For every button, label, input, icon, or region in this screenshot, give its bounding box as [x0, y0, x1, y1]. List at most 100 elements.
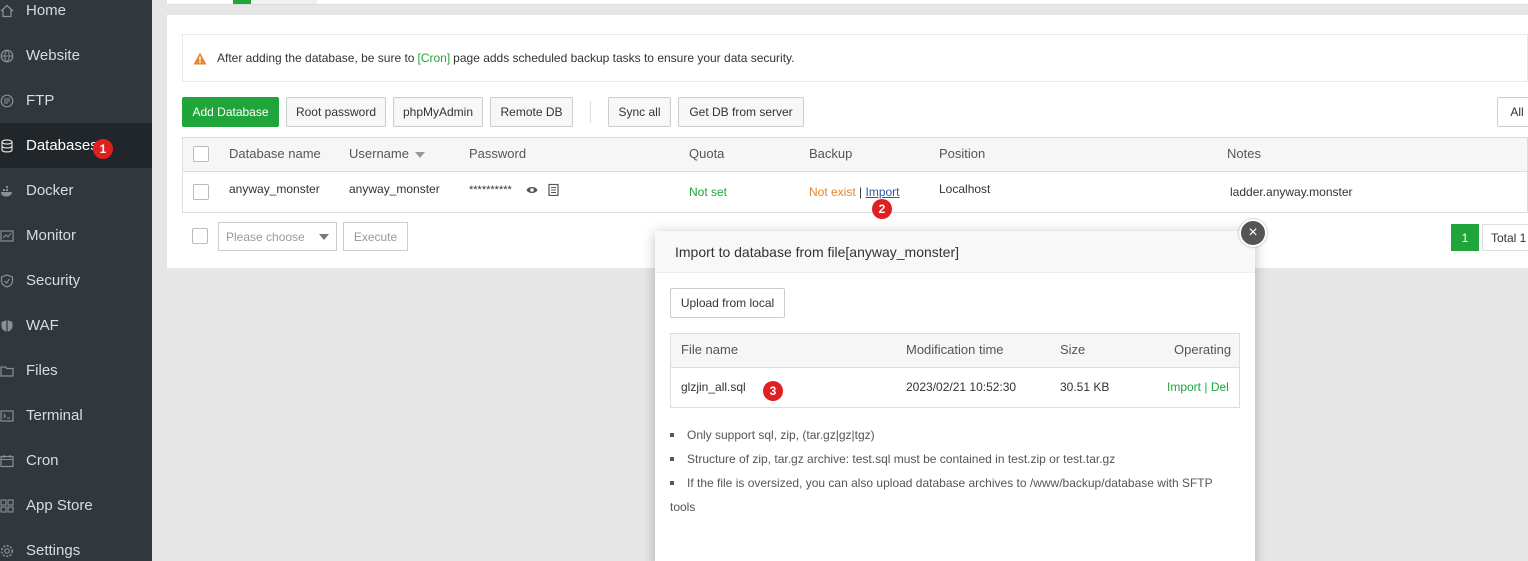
toolbar-divider: [590, 101, 591, 123]
sidebar-item-label: Databases: [26, 137, 98, 154]
file-import-link[interactable]: Import: [1167, 380, 1201, 394]
sidebar-item-label: Monitor: [26, 227, 77, 244]
active-tab-indicator: [233, 0, 251, 4]
file-mtime: 2023/02/21 10:52:30: [906, 380, 1017, 394]
sidebar-item-app-store[interactable]: App Store: [0, 483, 152, 528]
row-notes[interactable]: ladder.anyway.monster: [1230, 185, 1353, 199]
filter-all-select[interactable]: All: [1497, 97, 1528, 127]
shield-icon: [0, 273, 14, 288]
home-icon: [0, 4, 14, 18]
sidebar-item-databases[interactable]: Databases: [0, 123, 152, 168]
upload-from-local-button[interactable]: Upload from local: [670, 288, 785, 318]
col-quota: Quota: [689, 146, 725, 161]
warning-icon: [193, 52, 207, 65]
terminal-icon: [0, 409, 14, 423]
phpmyadmin-button[interactable]: phpMyAdmin: [393, 97, 483, 127]
note-text: Only support sql, zip, (tar.gz|gz|tgz): [687, 428, 875, 442]
sidebar-item-settings[interactable]: Settings: [0, 528, 152, 561]
sidebar-item-docker[interactable]: Docker: [0, 168, 152, 213]
dialog-title: Import to database from file[anyway_mons…: [655, 231, 1255, 273]
select-all-checkbox[interactable]: [193, 146, 209, 162]
bullet: [670, 456, 674, 461]
tab-strip: [167, 0, 1528, 5]
alert-suffix: page adds scheduled backup tasks to ensu…: [453, 51, 795, 65]
sidebar-item-label: Cron: [26, 452, 59, 469]
sidebar-item-cron[interactable]: Cron: [0, 438, 152, 483]
backup-warning-alert: After adding the database, be sure to [C…: [182, 34, 1528, 82]
sidebar-item-website[interactable]: Website: [0, 33, 152, 78]
step-badge-3: 3: [763, 381, 783, 401]
note-item-continued: tools: [670, 500, 696, 514]
backup-status: Not exist: [809, 185, 856, 199]
root-password-button[interactable]: Root password: [286, 97, 386, 127]
row-position: Localhost: [939, 182, 991, 196]
step-badge-2: 2: [872, 199, 892, 219]
file-delete-link[interactable]: Del: [1211, 380, 1229, 394]
sidebar-item-label: Docker: [26, 182, 74, 199]
step-badge-1: 1: [93, 139, 113, 159]
gear-icon: [0, 544, 14, 558]
bullet: [670, 432, 674, 437]
get-db-from-server-button[interactable]: Get DB from server: [678, 97, 804, 127]
globe-icon: [0, 49, 14, 63]
note-item: Only support sql, zip, (tar.gz|gz|tgz): [670, 428, 875, 442]
calendar-icon: [0, 454, 14, 468]
sidebar-item-label: Terminal: [26, 407, 83, 424]
sidebar-item-terminal[interactable]: Terminal: [0, 393, 152, 438]
col-username-label: Username: [349, 146, 409, 161]
remote-db-button[interactable]: Remote DB: [490, 97, 573, 127]
bullet: [670, 480, 674, 485]
sidebar-item-files[interactable]: Files: [0, 348, 152, 393]
backup-separator: |: [859, 185, 863, 199]
file-operations: Import | Del: [1167, 380, 1229, 394]
col-backup: Backup: [809, 146, 853, 161]
col-database-name: Database name: [229, 146, 321, 161]
sync-all-button[interactable]: Sync all: [608, 97, 671, 127]
file-name: glzjin_all.sql: [681, 380, 746, 394]
cron-link[interactable]: [Cron]: [417, 51, 450, 65]
eye-icon[interactable]: [526, 184, 538, 198]
row-quota[interactable]: Not set: [689, 185, 727, 199]
sidebar-item-ftp[interactable]: FTP: [0, 78, 152, 123]
row-checkbox[interactable]: [193, 184, 209, 200]
col-size: Size: [1060, 342, 1086, 357]
sidebar-item-label: Files: [26, 362, 58, 379]
col-modification-time: Modification time: [906, 342, 1004, 357]
col-file-name: File name: [681, 342, 739, 357]
folder-icon: [0, 364, 14, 378]
sidebar: Home Website FTP Databases Docker Monito…: [0, 0, 152, 561]
add-database-button[interactable]: Add Database: [182, 97, 279, 127]
col-password: Password: [469, 146, 527, 161]
sidebar-item-monitor[interactable]: Monitor: [0, 213, 152, 258]
alert-prefix: After adding the database, be sure to: [217, 51, 415, 65]
sidebar-item-label: Website: [26, 47, 80, 64]
batch-select-placeholder: Please choose: [226, 229, 305, 244]
note-text: If the file is oversized, you can also u…: [687, 476, 1213, 490]
grid-icon: [0, 498, 14, 513]
row-database-name: anyway_monster: [229, 182, 320, 196]
sidebar-item-home[interactable]: Home: [0, 0, 152, 33]
execute-button[interactable]: Execute: [343, 222, 408, 251]
pagination-current[interactable]: 1: [1451, 224, 1479, 251]
sidebar-item-security[interactable]: Security: [0, 258, 152, 303]
file-size: 30.51 KB: [1060, 380, 1110, 394]
sidebar-item-label: App Store: [26, 497, 93, 514]
batch-checkbox[interactable]: [192, 228, 208, 244]
sidebar-item-label: WAF: [26, 317, 59, 334]
sidebar-item-label: FTP: [26, 92, 55, 109]
database-icon: [0, 138, 14, 153]
tab-indicator-rest: [251, 0, 317, 4]
close-icon[interactable]: ×: [1239, 219, 1267, 247]
sidebar-item-label: Home: [26, 2, 67, 19]
col-notes: Notes: [1227, 146, 1261, 161]
copy-icon[interactable]: [548, 183, 559, 199]
sidebar-item-label: Security: [26, 272, 81, 289]
col-username[interactable]: Username: [349, 146, 425, 161]
file-op-separator: |: [1204, 380, 1208, 394]
sidebar-item-waf[interactable]: WAF: [0, 303, 152, 348]
note-text: Structure of zip, tar.gz archive: test.s…: [687, 452, 1116, 466]
batch-action-select[interactable]: Please choose: [218, 222, 337, 251]
pagination-total: Total 1: [1482, 224, 1528, 251]
note-item: If the file is oversized, you can also u…: [670, 476, 1213, 490]
backup-import-link[interactable]: Import: [866, 185, 900, 199]
